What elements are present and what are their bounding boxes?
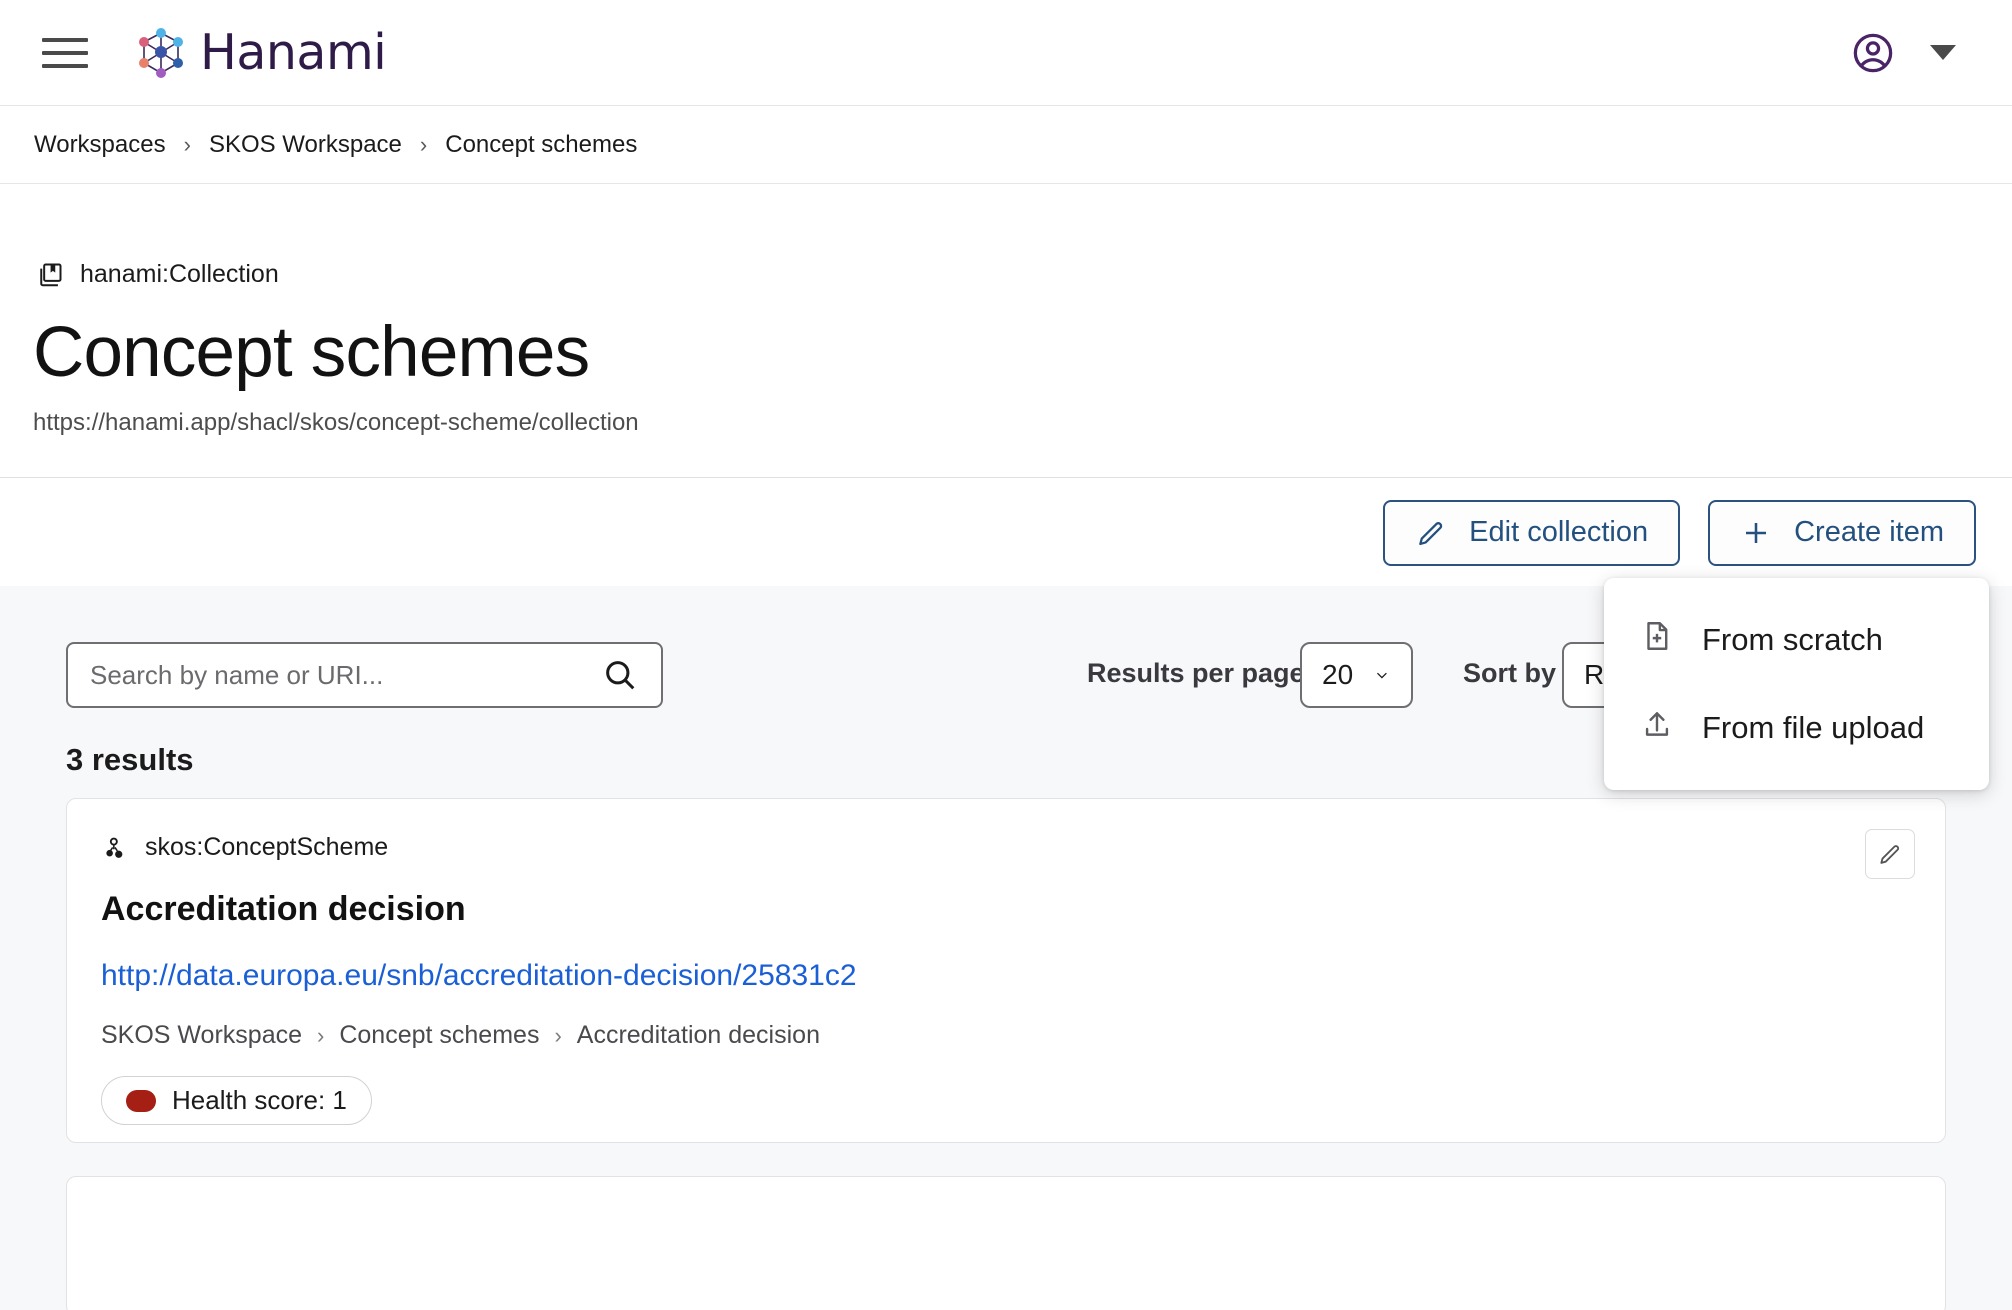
- plus-icon: [1740, 517, 1772, 549]
- results-count: 3 results: [66, 742, 194, 777]
- result-card[interactable]: skos:ConceptScheme Accreditation decisio…: [66, 798, 1946, 1143]
- chevron-down-icon: [1377, 672, 1387, 679]
- card-title: Accreditation decision: [101, 890, 466, 928]
- create-item-button[interactable]: Create item: [1708, 499, 1976, 566]
- page-uri: https://hanami.app/shacl/skos/concept-sc…: [33, 409, 639, 436]
- search-input[interactable]: [90, 659, 591, 691]
- page-title-block: hanami:Collection Concept schemes https:…: [0, 184, 2012, 478]
- sort-by-value: R: [1584, 659, 1605, 690]
- card-breadcrumb-separator: ›: [554, 1022, 562, 1048]
- pencil-icon: [1415, 517, 1447, 549]
- hanami-hexagon-logo: [139, 27, 183, 78]
- menu-item-from-scratch[interactable]: From scratch: [1604, 596, 1989, 684]
- result-card[interactable]: [66, 1176, 1946, 1310]
- edit-collection-button[interactable]: Edit collection: [1383, 499, 1681, 566]
- results-per-page-value: 20: [1322, 659, 1354, 690]
- breadcrumb-bar: Workspaces › SKOS Workspace › Concept sc…: [0, 106, 2012, 184]
- edit-collection-label: Edit collection: [1469, 516, 1649, 548]
- collection-type-row: hanami:Collection: [36, 260, 2012, 289]
- page-title: Concept schemes: [33, 313, 590, 392]
- breadcrumb-item-concept-schemes[interactable]: Concept schemes: [445, 131, 637, 159]
- chevron-down-icon[interactable]: [1930, 45, 1956, 60]
- app-page: Hanami Workspaces › SKOS Workspace › Con…: [0, 0, 2012, 1310]
- create-item-label: Create item: [1794, 516, 1944, 548]
- note-add-icon: [1640, 619, 1674, 661]
- sort-by-label: Sort by: [1463, 658, 1557, 688]
- breadcrumb-separator: ›: [183, 131, 191, 157]
- account-circle-icon[interactable]: [1850, 30, 1896, 76]
- card-uri-link[interactable]: http://data.europa.eu/snb/accreditation-…: [101, 959, 857, 993]
- card-breadcrumb-item-collection[interactable]: Concept schemes: [339, 1021, 539, 1050]
- results-per-page-select[interactable]: 20: [1300, 642, 1413, 708]
- health-score-badge: Health score: 1: [101, 1076, 372, 1125]
- search-box[interactable]: [66, 642, 663, 708]
- action-bar: Edit collection Create item: [0, 479, 2012, 586]
- card-breadcrumb-item-workspace[interactable]: SKOS Workspace: [101, 1021, 302, 1050]
- card-type-row: skos:ConceptScheme: [101, 833, 1945, 862]
- file-upload-icon: [1640, 707, 1674, 749]
- brand[interactable]: Hanami: [138, 24, 387, 81]
- card-type-label: skos:ConceptScheme: [145, 833, 389, 861]
- search-icon[interactable]: [601, 656, 639, 694]
- app-header: Hanami: [0, 0, 2012, 106]
- results-per-page-label: Results per page: [1087, 658, 1305, 688]
- health-score-label: Health score: 1: [172, 1085, 347, 1115]
- hamburger-menu-icon[interactable]: [42, 35, 88, 71]
- concept-scheme-icon: [106, 837, 123, 858]
- card-breadcrumb-item-current[interactable]: Accreditation decision: [577, 1021, 820, 1050]
- pencil-icon: [1880, 845, 1900, 864]
- card-breadcrumb-separator: ›: [317, 1022, 325, 1048]
- breadcrumb-item-skos-workspace[interactable]: SKOS Workspace: [209, 131, 402, 159]
- brand-name: Hanami: [200, 24, 387, 81]
- header-right-group: [1850, 30, 1956, 76]
- breadcrumb-item-workspaces[interactable]: Workspaces: [34, 131, 166, 159]
- menu-item-from-file-upload[interactable]: From file upload: [1604, 684, 1989, 772]
- breadcrumb: Workspaces › SKOS Workspace › Concept sc…: [34, 131, 637, 159]
- menu-item-from-scratch-label: From scratch: [1702, 622, 1883, 657]
- health-status-dot: [126, 1089, 156, 1112]
- create-item-menu: From scratch From file upload: [1604, 578, 1989, 790]
- card-edit-button[interactable]: [1865, 829, 1915, 879]
- breadcrumb-separator: ›: [419, 131, 428, 157]
- menu-item-from-file-upload-label: From file upload: [1702, 710, 1925, 745]
- collection-type-label: hanami:Collection: [80, 260, 279, 288]
- collections-bookmark-icon: [40, 263, 62, 286]
- card-breadcrumb: SKOS Workspace › Concept schemes › Accre…: [101, 1021, 1945, 1050]
